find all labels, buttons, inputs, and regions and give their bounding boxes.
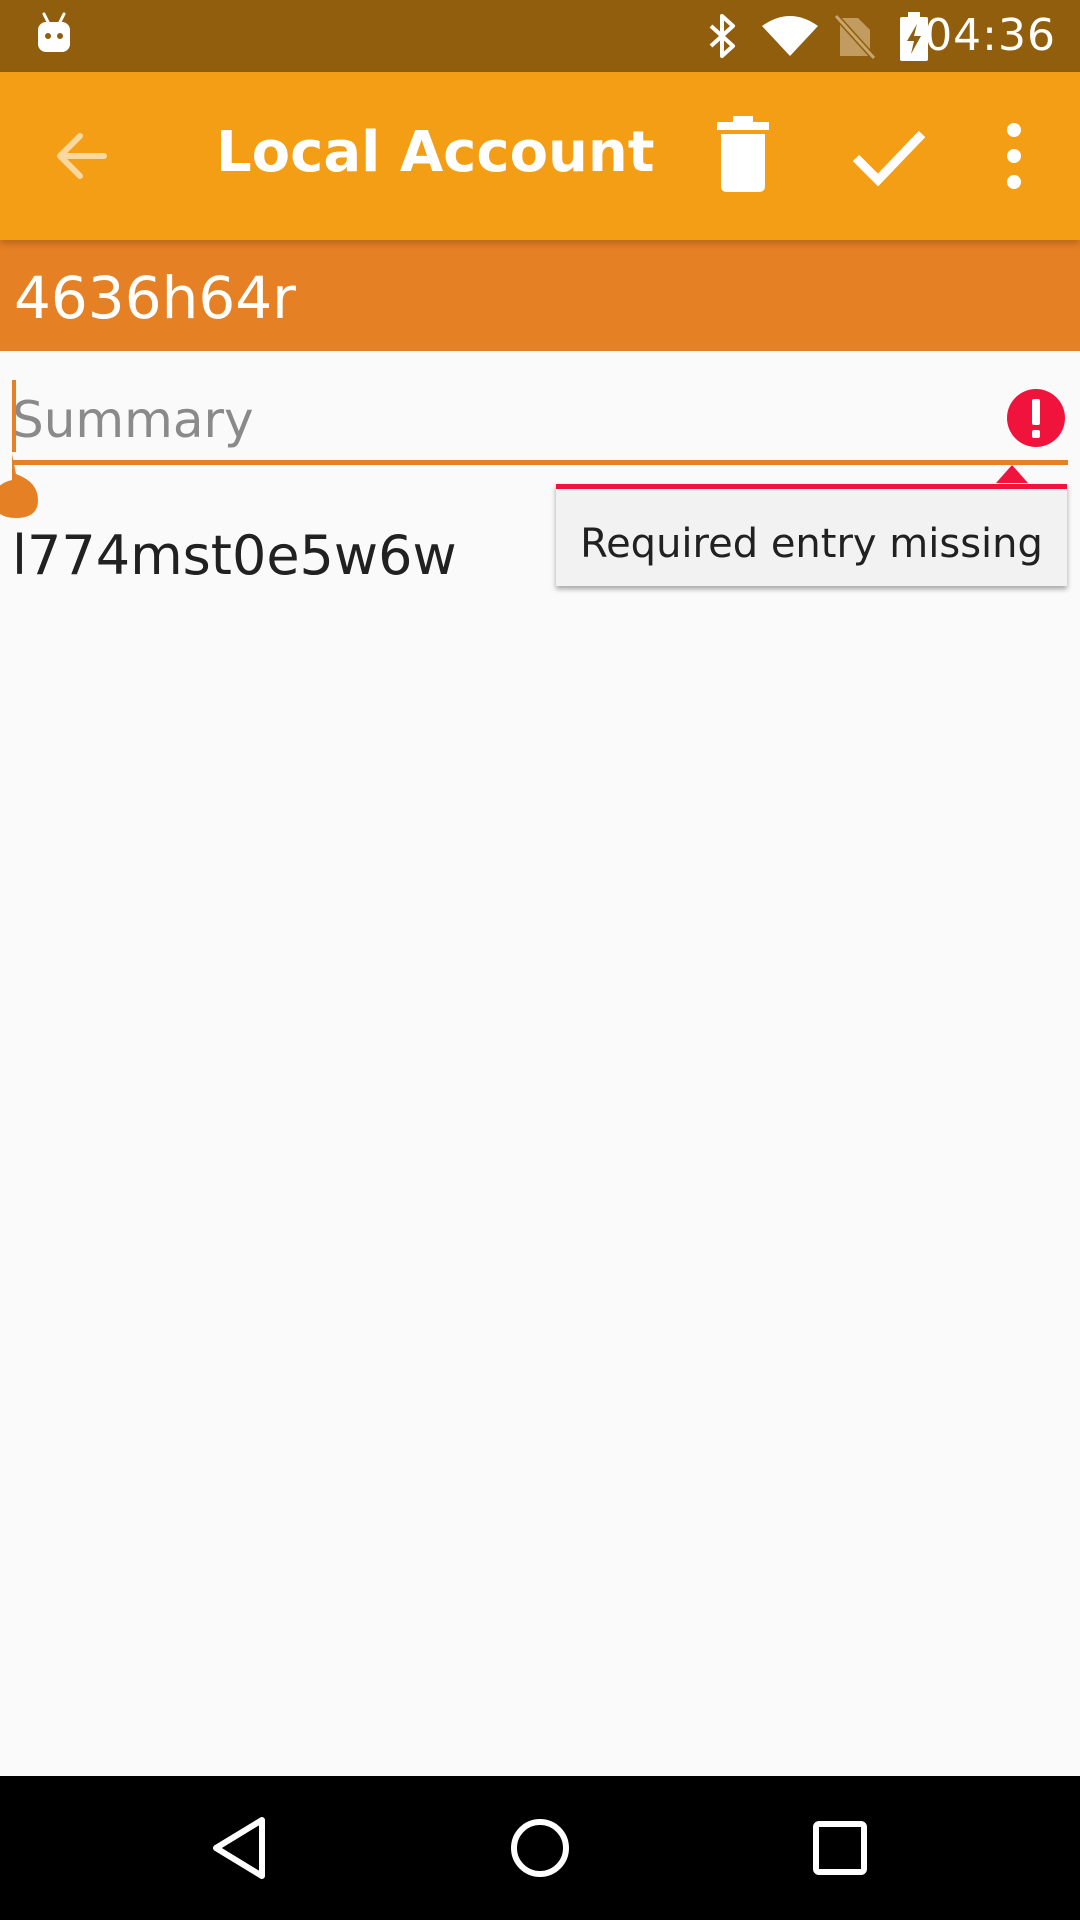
- page-title: Local Account: [216, 120, 655, 185]
- recents-square-icon[interactable]: [790, 1798, 890, 1898]
- screen: 04:36 Local Account 4636h64r Summary l77…: [0, 0, 1080, 1920]
- status-bar: 04:36: [0, 0, 1080, 72]
- error-tooltip-pointer: [996, 465, 1028, 483]
- no-sim-icon: [832, 12, 877, 64]
- app-bar: Local Account: [0, 72, 1080, 240]
- summary-underline: [12, 460, 1068, 465]
- text-selection-handle[interactable]: [0, 454, 48, 524]
- account-value-text: l774mst0e5w6w: [12, 524, 457, 587]
- delete-icon[interactable]: [703, 116, 783, 196]
- android-notification-icon: [34, 12, 74, 60]
- navigation-bar: [0, 1776, 1080, 1920]
- error-message: Required entry missing: [580, 521, 1043, 567]
- back-triangle-icon[interactable]: [190, 1798, 290, 1898]
- wifi-icon: [760, 14, 820, 62]
- text-cursor: [12, 380, 16, 452]
- summary-input[interactable]: [12, 384, 992, 456]
- error-icon: [1006, 388, 1066, 448]
- summary-field[interactable]: [0, 372, 1080, 518]
- bluetooth-icon: [706, 12, 740, 64]
- account-name-header: 4636h64r: [0, 240, 1080, 351]
- account-name: 4636h64r: [14, 264, 297, 332]
- overflow-menu-icon[interactable]: [974, 116, 1054, 196]
- save-check-icon[interactable]: [848, 116, 928, 196]
- back-arrow-icon[interactable]: [44, 116, 124, 196]
- home-circle-icon[interactable]: [490, 1798, 590, 1898]
- status-clock: 04:36: [924, 10, 1056, 61]
- error-tooltip: Required entry missing: [556, 465, 1067, 586]
